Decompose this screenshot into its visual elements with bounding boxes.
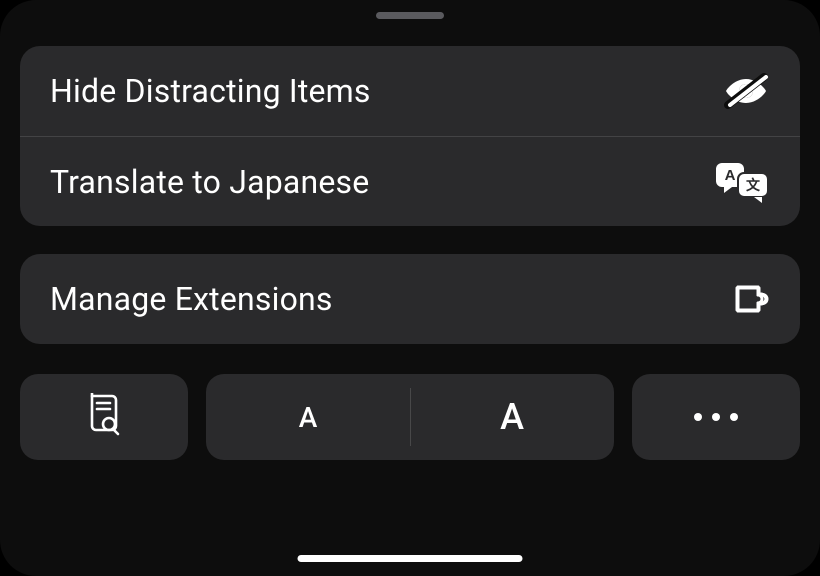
menu-group-reader: Hide Distracting Items Translate to Japa… <box>20 46 800 226</box>
home-indicator[interactable] <box>298 555 523 562</box>
translate-row[interactable]: Translate to Japanese A 文 <box>20 136 800 226</box>
bottom-toolbar: A A <box>20 374 800 460</box>
page-menu-sheet: Hide Distracting Items Translate to Japa… <box>0 0 820 576</box>
ellipsis-icon <box>694 413 738 421</box>
reader-mode-button[interactable] <box>20 374 188 460</box>
svg-text:文: 文 <box>746 177 761 193</box>
large-a-icon: A <box>500 396 524 438</box>
more-options-button[interactable] <box>632 374 800 460</box>
manage-extensions-label: Manage Extensions <box>50 280 333 318</box>
text-size-control: A A <box>206 374 614 460</box>
hide-distracting-label: Hide Distracting Items <box>50 72 371 110</box>
text-size-increase-button[interactable]: A <box>410 374 614 460</box>
small-a-icon: A <box>299 401 318 434</box>
hide-distracting-row[interactable]: Hide Distracting Items <box>20 46 800 136</box>
eye-slash-icon <box>722 71 770 111</box>
svg-text:A: A <box>725 167 736 184</box>
translate-icon: A 文 <box>714 161 770 203</box>
puzzle-piece-icon <box>730 279 770 319</box>
text-size-decrease-button[interactable]: A <box>206 374 410 460</box>
translate-label: Translate to Japanese <box>50 163 369 201</box>
menu-group-extensions: Manage Extensions <box>20 254 800 344</box>
document-search-icon <box>85 393 123 441</box>
manage-extensions-row[interactable]: Manage Extensions <box>20 254 800 344</box>
sheet-grabber[interactable] <box>376 12 444 19</box>
